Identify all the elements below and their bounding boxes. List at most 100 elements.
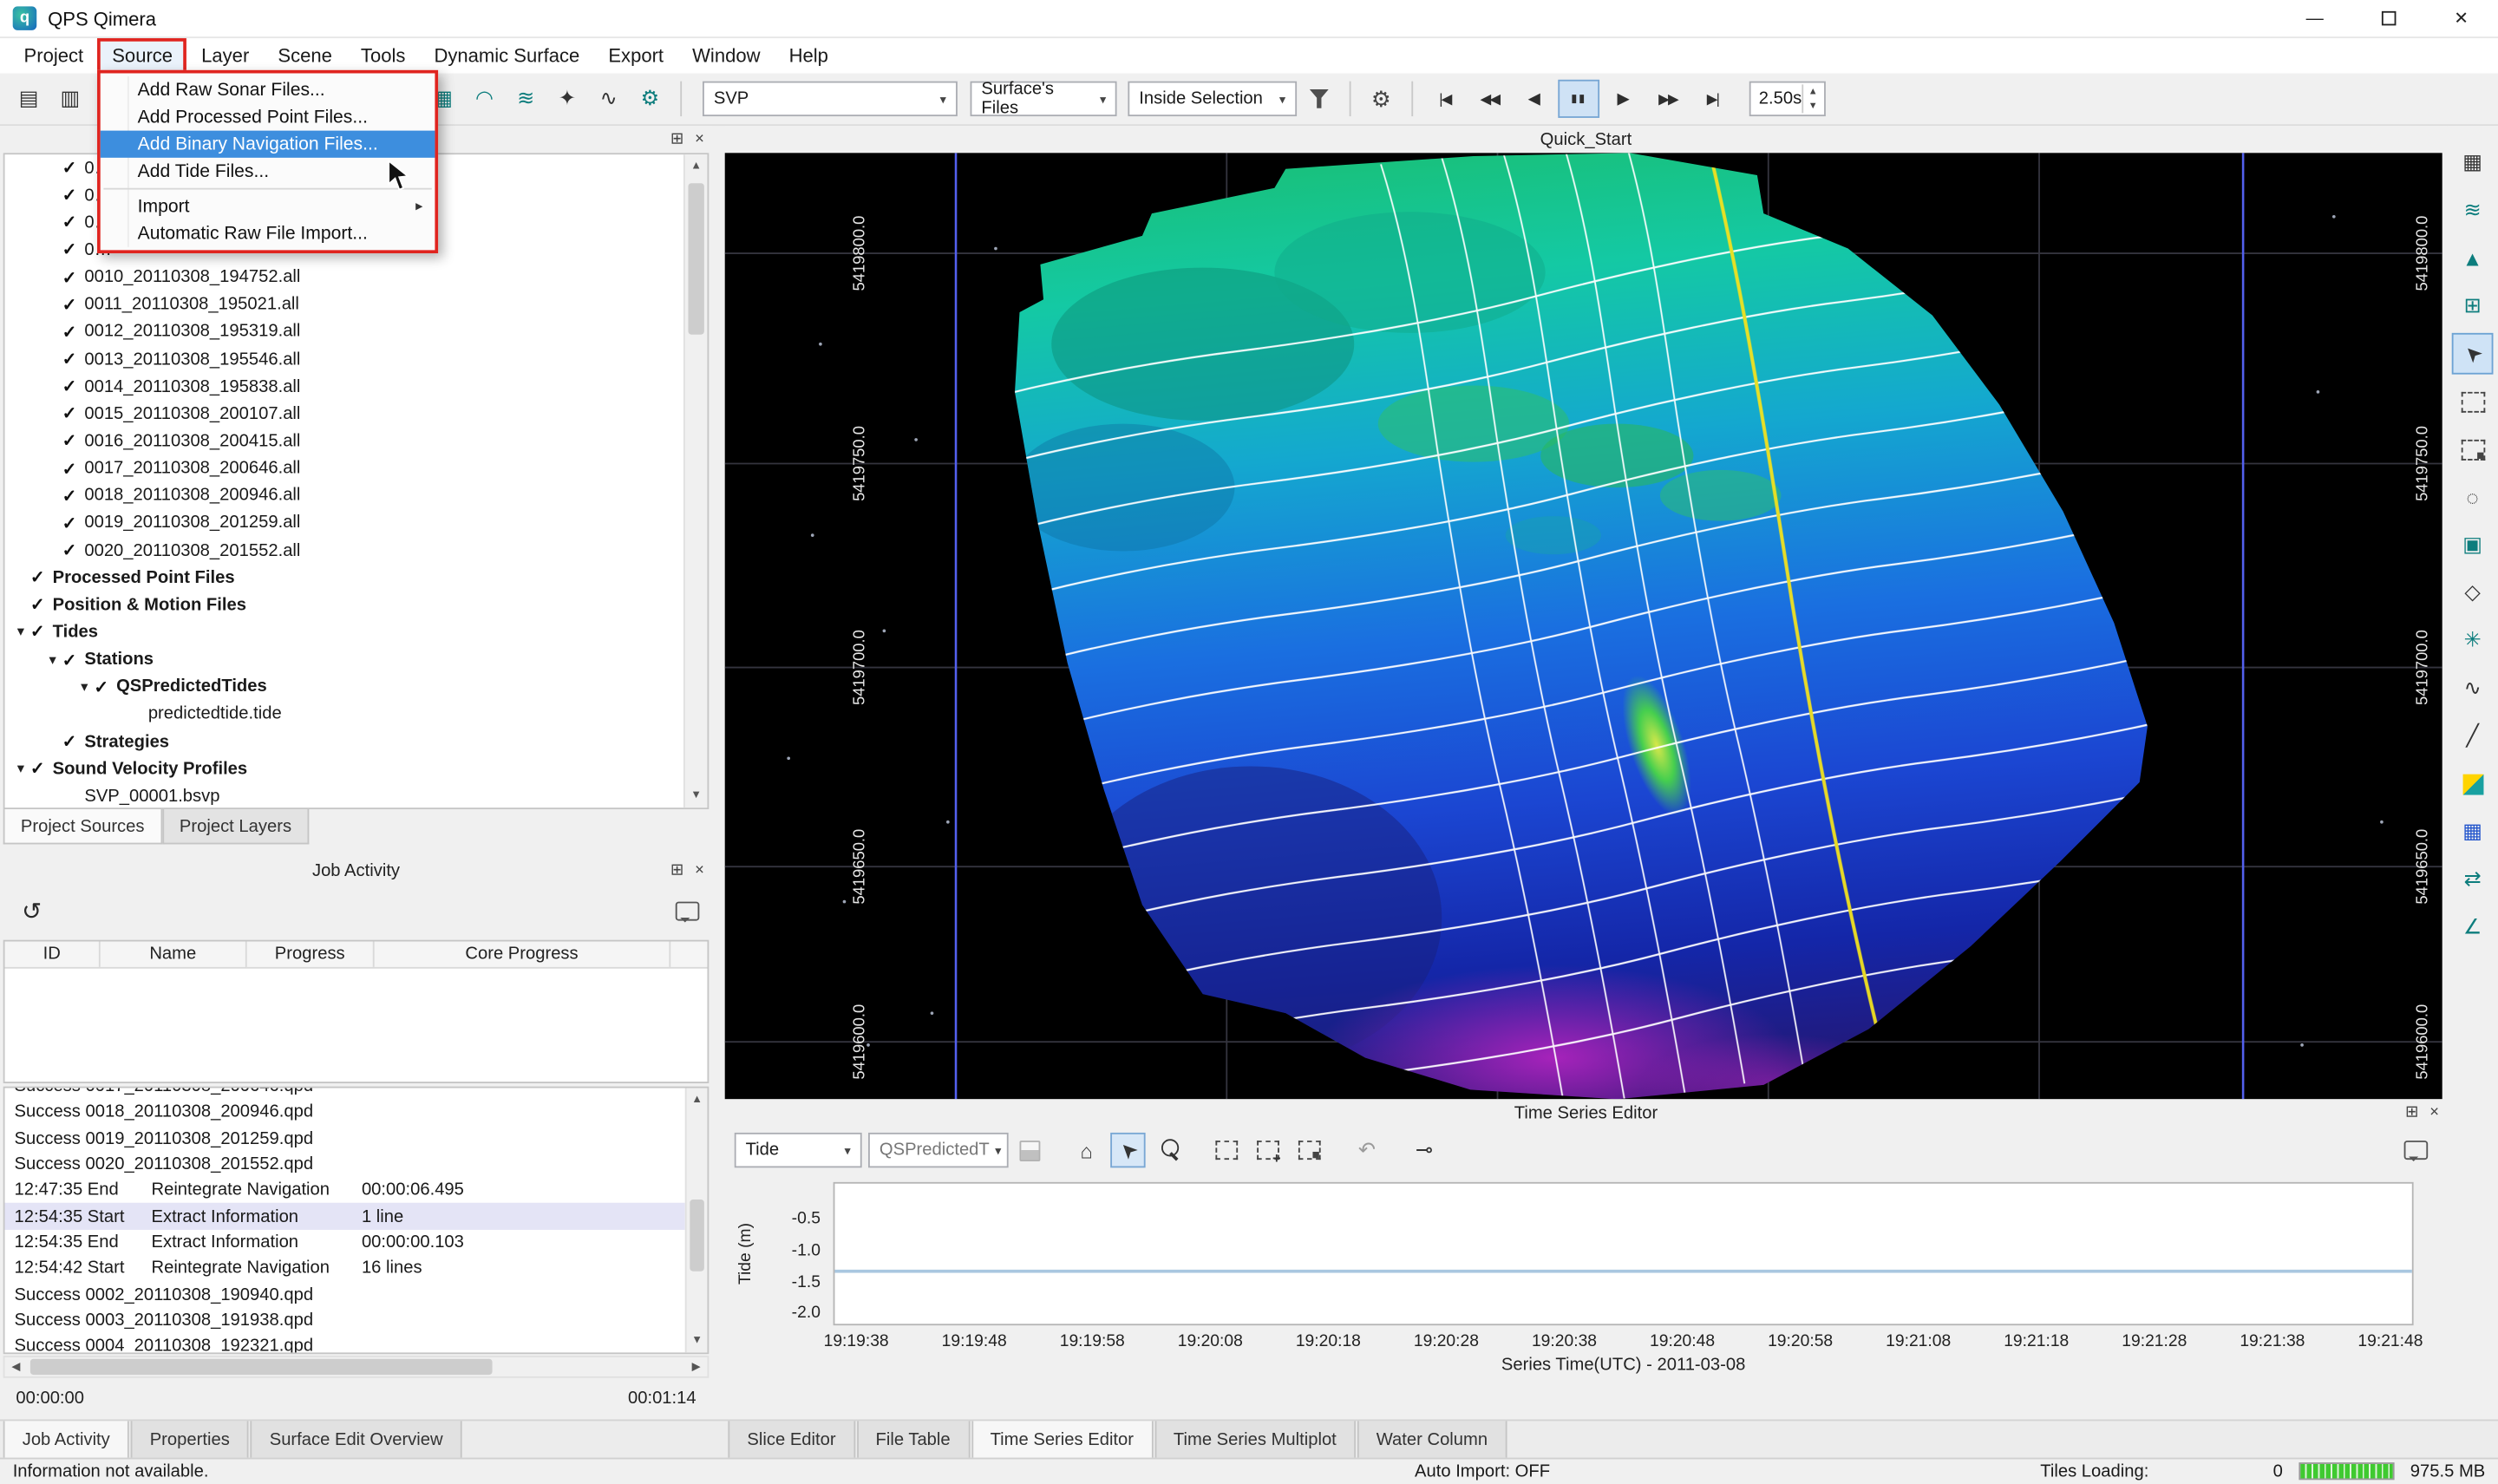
- float-panel-icon[interactable]: ⊞: [670, 131, 683, 148]
- menu-window[interactable]: Window: [678, 38, 775, 73]
- menu-export[interactable]: Export: [594, 38, 678, 73]
- select-add-icon[interactable]: [1251, 1133, 1285, 1167]
- surface-layers-icon[interactable]: ≋: [2452, 190, 2494, 232]
- home-icon[interactable]: ⌂: [1069, 1133, 1103, 1167]
- checkbox[interactable]: [62, 431, 85, 452]
- tab-properties[interactable]: Properties: [131, 1421, 249, 1459]
- fast-forward-button[interactable]: ▶▶: [1647, 80, 1689, 118]
- comment-icon[interactable]: [676, 901, 700, 920]
- menu-option[interactable]: Add Binary Navigation Files...: [101, 131, 435, 158]
- tree-item[interactable]: 0017_20110308_200646.all: [5, 454, 683, 481]
- tree-item[interactable]: predictedtide.tide: [5, 701, 683, 728]
- tree-item[interactable]: 0011_20110308_195021.all: [5, 291, 683, 318]
- float-panel-icon[interactable]: ⊞: [670, 862, 683, 879]
- expand-arrow-icon[interactable]: [11, 760, 30, 777]
- scroll-down-icon[interactable]: ▼: [687, 1329, 708, 1353]
- checkbox[interactable]: [62, 650, 85, 670]
- menu-option[interactable]: Import: [101, 193, 435, 219]
- bathymetry-canvas[interactable]: [725, 153, 2442, 1099]
- tree-item[interactable]: Processed Point Files: [5, 564, 683, 591]
- tab-project-layers[interactable]: Project Layers: [162, 809, 310, 844]
- checkbox[interactable]: [30, 567, 53, 588]
- expand-arrow-icon[interactable]: [43, 650, 62, 668]
- tree-item[interactable]: Sound Velocity Profiles: [5, 755, 683, 782]
- tree-item[interactable]: Strategies: [5, 728, 683, 755]
- fast-rewind-button[interactable]: ◀◀: [1468, 80, 1510, 118]
- swap-view-icon[interactable]: ⇄: [2452, 859, 2494, 900]
- satellite-icon[interactable]: ✦: [548, 80, 586, 118]
- scrollbar-thumb[interactable]: [30, 1359, 493, 1375]
- tree-item[interactable]: 0018_20110308_200946.all: [5, 482, 683, 509]
- tab-project-sources[interactable]: Project Sources: [3, 809, 162, 844]
- comment-icon[interactable]: [2404, 1141, 2429, 1160]
- tree-item[interactable]: 0013_20110308_195546.all: [5, 346, 683, 373]
- float-panel-icon[interactable]: ⊞: [2405, 1104, 2418, 1121]
- ruler-icon[interactable]: ╱: [2452, 716, 2494, 757]
- log-row[interactable]: Success 0003_20110308_191938.qpd: [5, 1307, 685, 1333]
- select-cursor-icon[interactable]: ➤: [2452, 333, 2494, 375]
- tide-plot[interactable]: [834, 1182, 2414, 1325]
- tree-scrollbar[interactable]: ▲ ▼: [683, 154, 708, 807]
- tree-item[interactable]: 0016_20110308_200415.all: [5, 428, 683, 454]
- scatter-points-icon[interactable]: ✳: [2452, 619, 2494, 661]
- tse-source-combo[interactable]: Tide: [735, 1133, 862, 1167]
- checkbox[interactable]: [62, 322, 85, 343]
- checkbox[interactable]: [62, 267, 85, 288]
- expand-arrow-icon[interactable]: [11, 624, 30, 641]
- spinner-arrows-icon[interactable]: ▲▼: [1802, 84, 1822, 113]
- column-header-id[interactable]: ID: [5, 942, 101, 967]
- scroll-right-icon[interactable]: ▶: [685, 1357, 708, 1376]
- grid-layer-icon[interactable]: ▦: [2452, 811, 2494, 853]
- checkbox[interactable]: [62, 185, 85, 206]
- track-point-icon[interactable]: ⊸: [1407, 1133, 1442, 1167]
- menu-help[interactable]: Help: [775, 38, 842, 73]
- checkbox[interactable]: [62, 731, 85, 752]
- checkbox[interactable]: [62, 294, 85, 315]
- log-scrollbar[interactable]: ▲ ▼: [685, 1088, 708, 1352]
- checkbox[interactable]: [62, 376, 85, 397]
- log-row[interactable]: Success 0017_20110308_200646.qpd: [5, 1088, 685, 1099]
- tree-item[interactable]: 0019_20110308_201259.all: [5, 509, 683, 536]
- add-raw-sonar-files-icon[interactable]: ▤: [10, 80, 48, 118]
- scroll-up-icon[interactable]: ▲: [685, 154, 708, 179]
- tree-item[interactable]: 0020_20110308_201552.all: [5, 537, 683, 564]
- log-hscrollbar[interactable]: ◀ ▶: [3, 1356, 710, 1378]
- polygon-select-icon[interactable]: ◇: [2452, 572, 2494, 613]
- tab-file-table[interactable]: File Table: [857, 1421, 970, 1459]
- circle-select-icon[interactable]: ◌: [2452, 476, 2494, 518]
- tree-item[interactable]: Tides: [5, 618, 683, 645]
- tab-time-series-editor[interactable]: Time Series Editor: [971, 1421, 1154, 1459]
- add-processed-points-icon[interactable]: ▥: [51, 80, 89, 118]
- menu-option[interactable]: [101, 185, 435, 193]
- tree-item[interactable]: Stations: [5, 646, 683, 673]
- checkbox[interactable]: [62, 403, 85, 424]
- menu-option[interactable]: Automatic Raw File Import...: [101, 219, 435, 246]
- undo-icon[interactable]: ↶: [1350, 1133, 1384, 1167]
- log-row[interactable]: Success 0020_20110308_201552.qpd: [5, 1152, 685, 1178]
- skip-end-button[interactable]: ▶|: [1692, 80, 1734, 118]
- svp-combo[interactable]: SVP: [703, 82, 958, 116]
- filter-funnel-icon[interactable]: [1300, 80, 1338, 118]
- tab-job-activity[interactable]: Job Activity: [3, 1421, 129, 1459]
- minimize-button[interactable]: —: [2279, 0, 2351, 36]
- menu-option[interactable]: Add Raw Sonar Files...: [101, 76, 435, 103]
- selection-filter-combo[interactable]: Inside Selection: [1128, 82, 1297, 116]
- column-header-progress[interactable]: Progress: [247, 942, 375, 967]
- log-row[interactable]: 12:54:35 Start Extract Information 1 lin…: [5, 1204, 685, 1230]
- rect-select-icon[interactable]: [2452, 381, 2494, 422]
- log-row[interactable]: Success 0019_20110308_201259.qpd: [5, 1126, 685, 1152]
- play-button[interactable]: ▶: [1603, 80, 1645, 118]
- tree-item[interactable]: 0010_20110308_194752.all: [5, 264, 683, 291]
- checkbox[interactable]: [62, 212, 85, 233]
- column-header-core-progress[interactable]: Core Progress: [375, 942, 671, 967]
- menu-project[interactable]: Project: [10, 38, 98, 73]
- checkbox[interactable]: [94, 677, 116, 697]
- mesh-grid-icon[interactable]: ⊞: [2452, 285, 2494, 327]
- log-row[interactable]: Success 0002_20110308_190940.qpd: [5, 1281, 685, 1307]
- playback-speed-spinner[interactable]: 2.50s ▲▼: [1749, 82, 1826, 116]
- tab-water-column[interactable]: Water Column: [1357, 1421, 1507, 1459]
- close-panel-icon[interactable]: ×: [2429, 1104, 2439, 1121]
- tide-curve-icon[interactable]: ∿: [590, 80, 628, 118]
- checkbox[interactable]: [30, 595, 53, 616]
- select-rect-icon[interactable]: [1209, 1133, 1244, 1167]
